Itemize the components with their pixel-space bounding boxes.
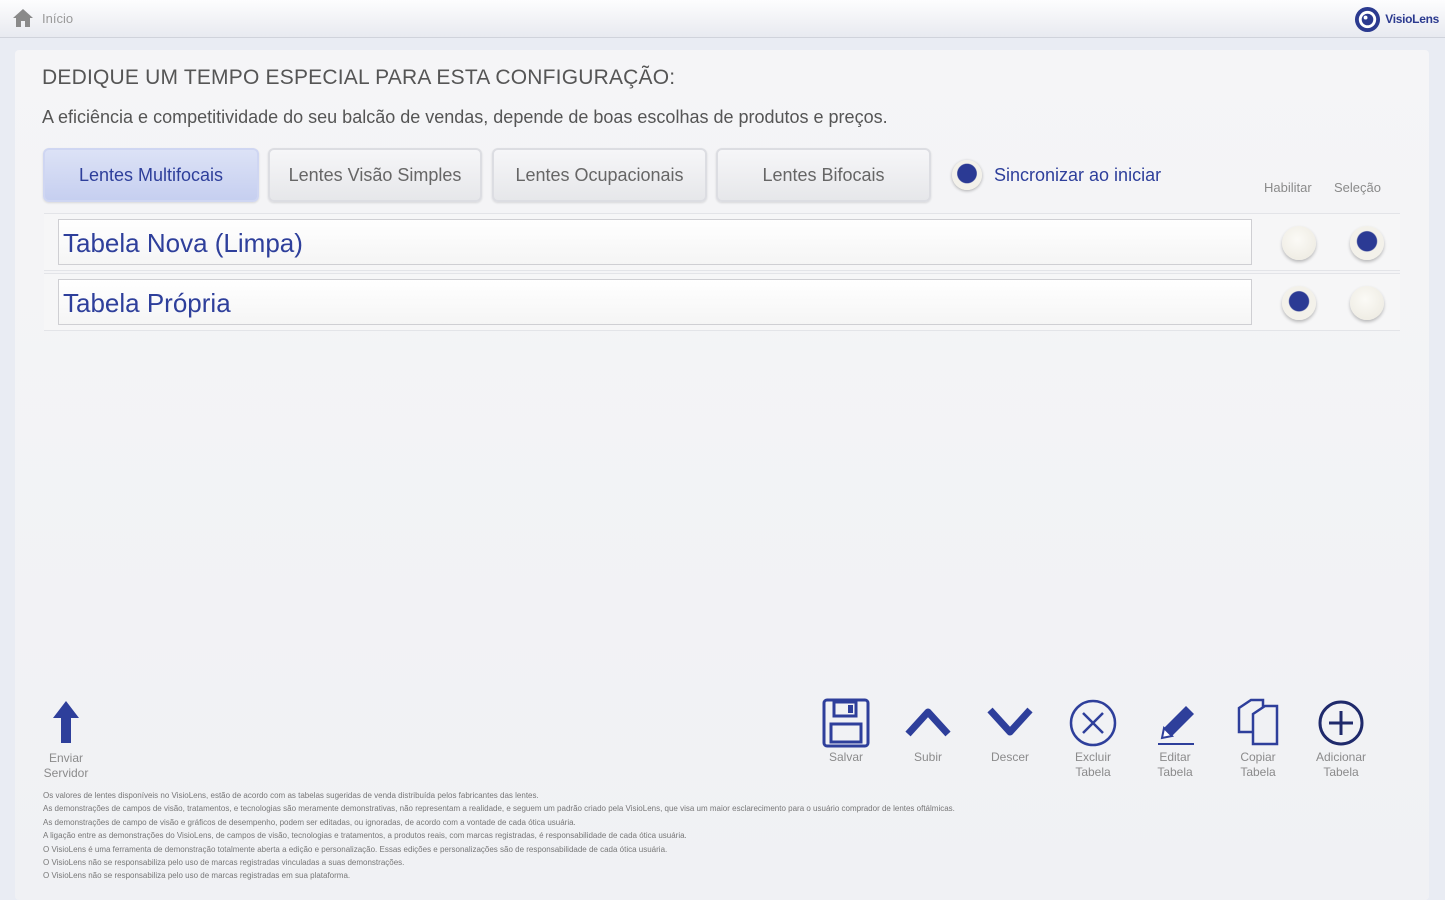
send-label-2: Servidor [43,766,89,780]
delete-label-2: Tabela [1075,765,1111,779]
delete-table-button[interactable]: Excluir Tabela [1058,698,1128,780]
disclaimer-line: O VisioLens é uma ferramenta de demonstr… [43,844,668,854]
top-bar: Início VisioLens [0,0,1445,38]
disclaimer-line: Os valores de lentes disponíveis no Visi… [43,791,539,800]
select-radio[interactable] [1350,286,1384,320]
save-button[interactable]: Salvar [811,698,881,765]
pencil-icon [1158,706,1194,745]
edit-table-button[interactable]: Editar Tabela [1140,698,1210,780]
sync-on-start-toggle[interactable]: Sincronizar ao iniciar [952,160,1161,190]
breadcrumb-home[interactable]: Início [42,11,73,26]
page-title: DEDIQUE UM TEMPO ESPECIAL PARA ESTA CONF… [42,66,676,89]
sync-radio[interactable] [952,160,982,190]
move-down-label: Descer [990,750,1029,764]
move-up-button[interactable]: Subir [893,698,963,765]
eye-logo-icon [1355,6,1381,32]
disclaimer-line: O VisioLens não se responsabiliza pelo u… [43,871,351,881]
tab-lentes-visao-simples[interactable]: Lentes Visão Simples [268,148,482,202]
edit-label-1: Editar [1159,750,1191,764]
logo-text: VisioLens [1385,12,1439,26]
send-server-button[interactable]: Enviar Servidor [34,700,98,781]
visiolens-logo: VisioLens [1354,5,1439,33]
send-label-1: Enviar [48,751,83,765]
add-label-2: Tabela [1323,765,1359,779]
tab-lentes-ocupacionais[interactable]: Lentes Ocupacionais [492,148,707,202]
enable-radio[interactable] [1282,286,1316,320]
copy-icon [1237,698,1279,746]
floppy-disk-icon [822,698,870,748]
column-header-select: Seleção [1334,180,1381,195]
chevron-down-icon [987,707,1033,736]
copy-label-1: Copiar [1240,750,1276,764]
add-label-1: Adicionar [1315,750,1367,764]
table-row: Tabela Própria [44,273,1400,331]
disclaimer-line: As demonstrações de campo de visão e grá… [43,817,576,827]
page-subtitle: A eficiência e competitividade do seu ba… [42,107,888,127]
copy-label-2: Tabela [1240,765,1276,779]
copy-table-button[interactable]: Copiar Tabela [1223,698,1293,780]
add-table-button[interactable]: Adicionar Tabela [1306,698,1376,780]
sync-label: Sincronizar ao iniciar [994,164,1162,185]
enable-radio[interactable] [1282,226,1316,260]
delete-label-1: Excluir [1074,750,1111,764]
close-circle-icon [1069,699,1117,747]
move-down-button[interactable]: Descer [975,698,1045,765]
table-name[interactable]: Tabela Nova (Limpa) [58,219,1252,265]
select-radio[interactable] [1350,226,1384,260]
disclaimer-line: O VisioLens não se responsabiliza pelo u… [43,858,405,868]
chevron-up-icon [905,708,951,737]
plus-circle-icon [1318,700,1364,746]
home-icon[interactable] [12,8,34,28]
save-label: Salvar [828,750,863,764]
disclaimer-line: As demonstrações de campos de visão, tra… [43,804,955,814]
disclaimer-line: A ligação entre as demonstrações do Visi… [43,831,687,841]
move-up-label: Subir [913,750,942,764]
tab-lentes-multifocais[interactable]: Lentes Multifocais [43,148,259,202]
disclaimer: Os valores de lentes disponíveis no Visi… [43,789,1373,883]
edit-label-2: Tabela [1157,765,1193,779]
tab-lentes-bifocais[interactable]: Lentes Bifocais [716,148,931,202]
arrow-up-icon [53,701,79,743]
table-name[interactable]: Tabela Própria [58,279,1252,325]
column-header-enable: Habilitar [1264,180,1312,195]
table-row: Tabela Nova (Limpa) [44,213,1400,271]
